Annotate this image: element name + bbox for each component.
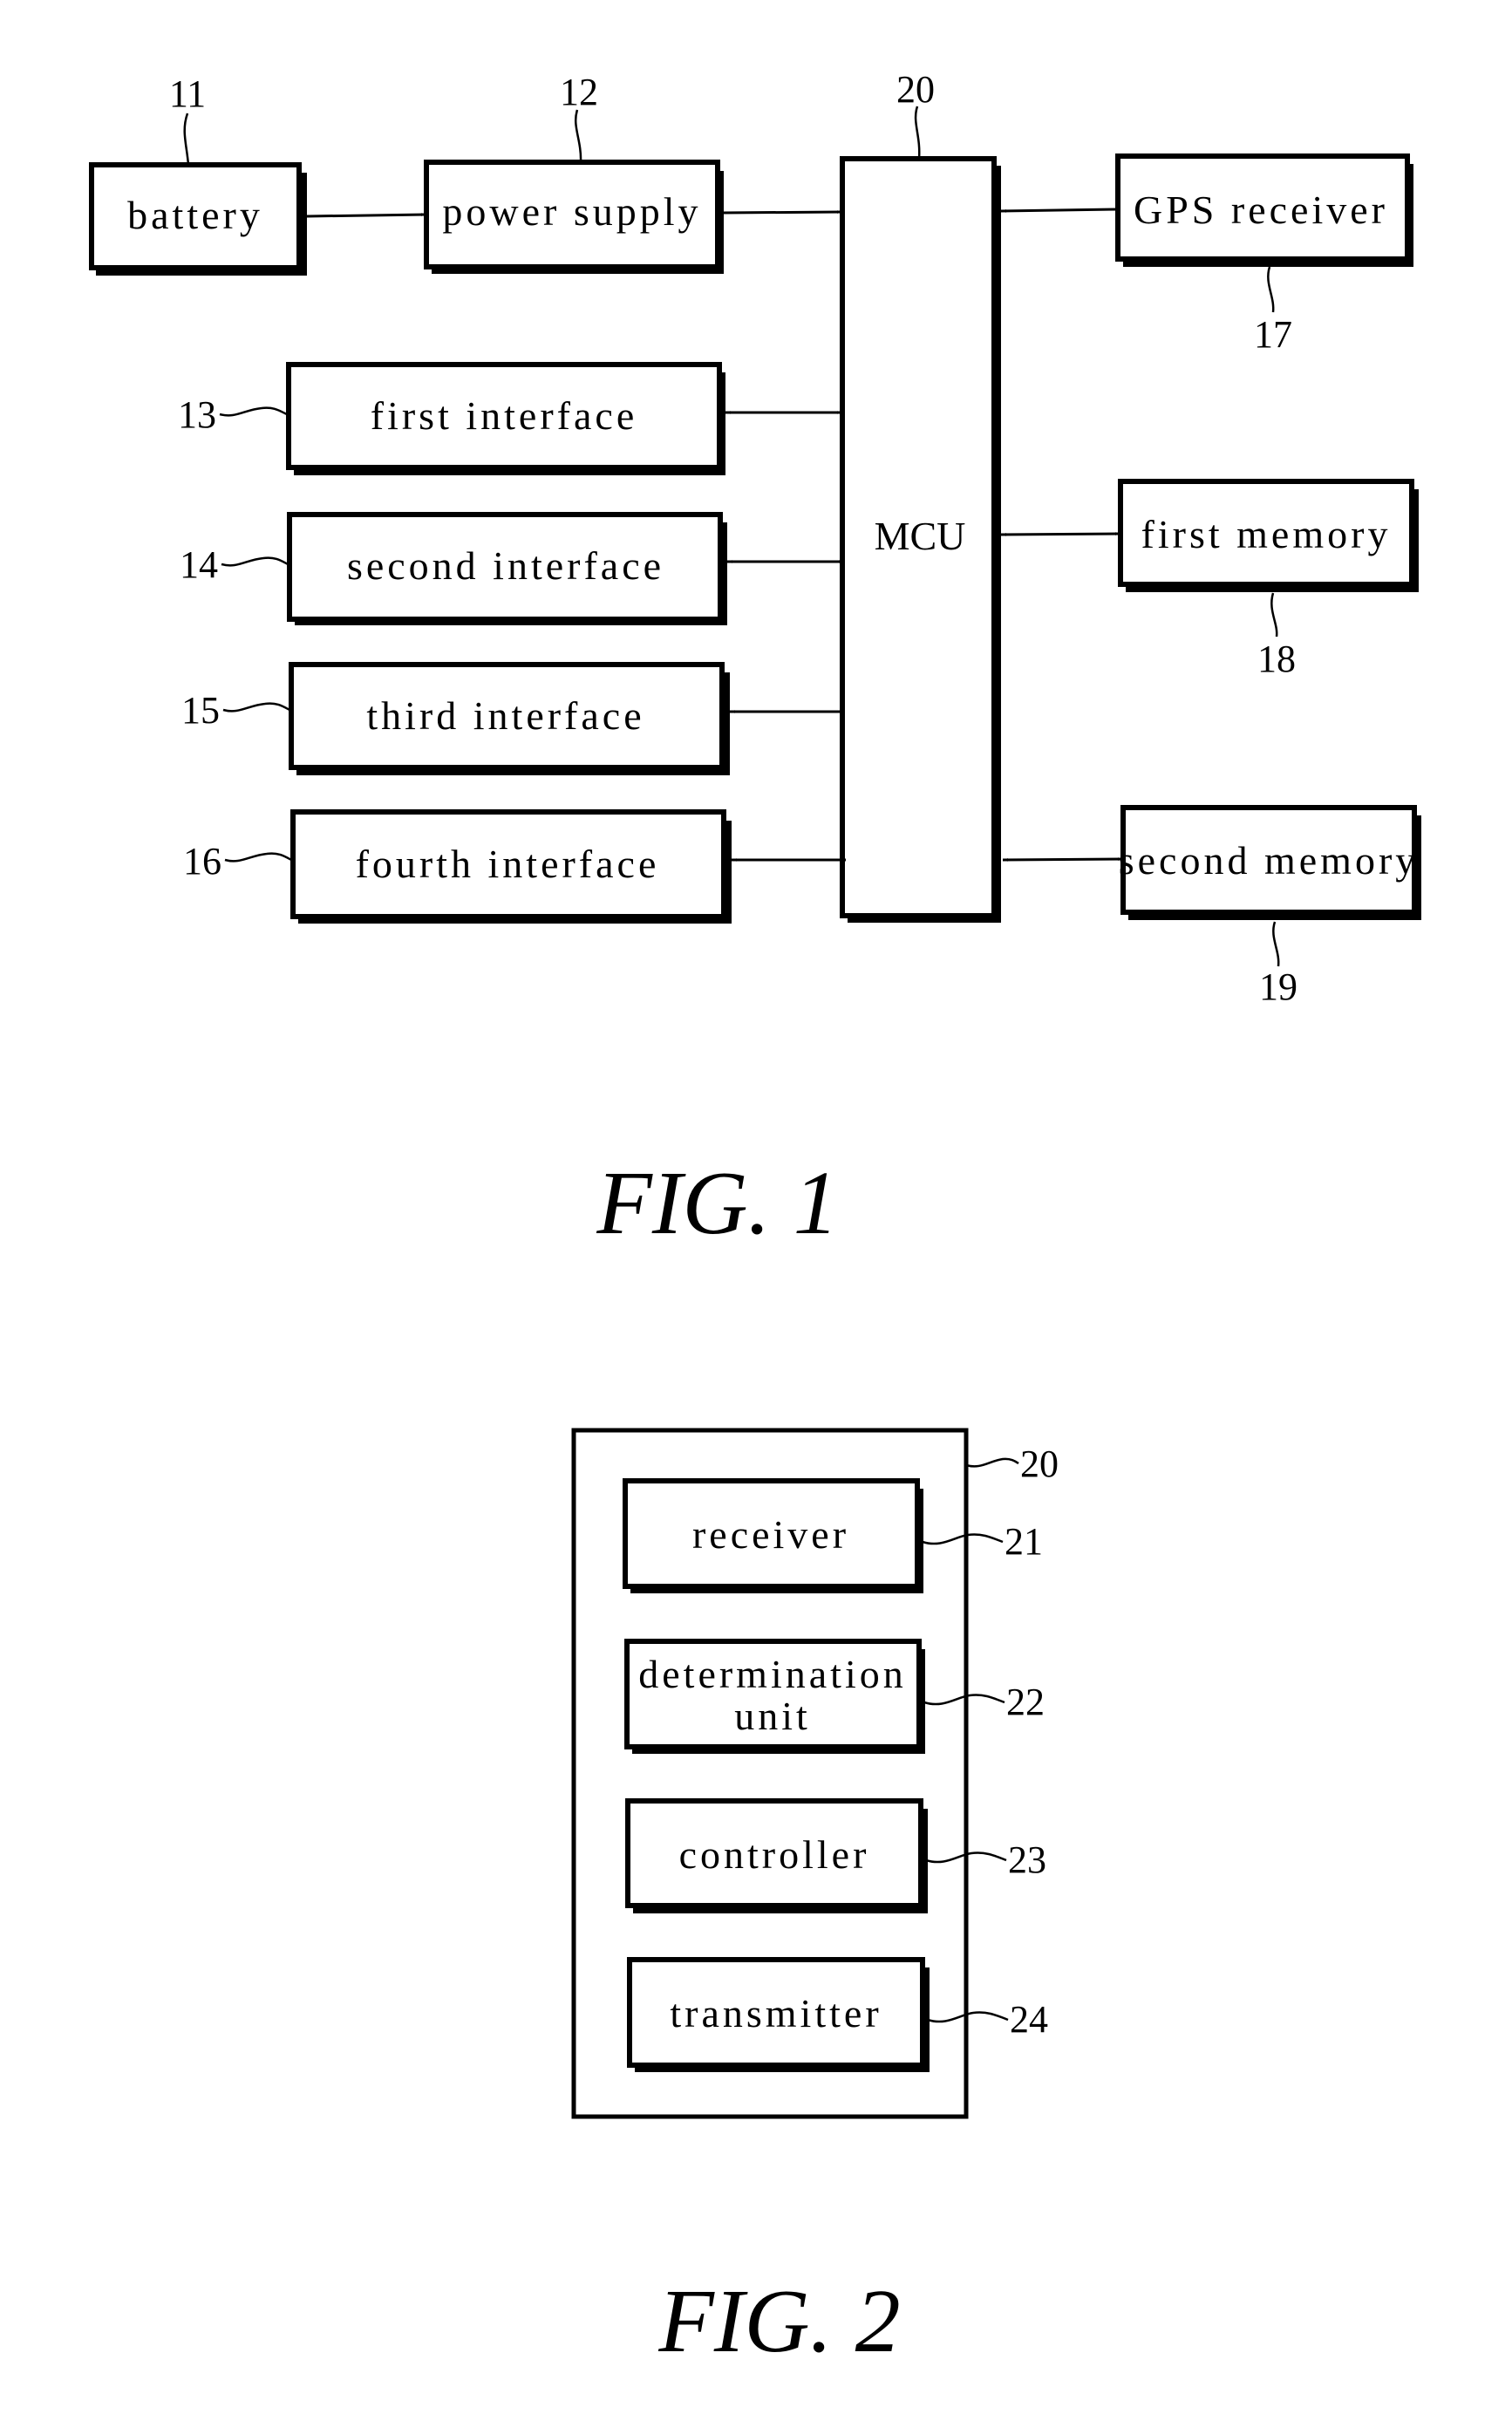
- first-interface-ref-number: 13: [178, 393, 216, 436]
- gps-receiver-ref-number: 17: [1254, 313, 1292, 356]
- first-memory-leader-line: [1270, 592, 1278, 638]
- receiver-label: receiver: [692, 1512, 849, 1557]
- controller-ref-number: 23: [1008, 1838, 1046, 1881]
- arrow-gps-receiver-to-mcu: [1000, 208, 1119, 213]
- receiver-ref-number: 21: [1005, 1520, 1043, 1563]
- mcu-leader-line: [914, 106, 921, 160]
- transmitter-ref-number: 24: [1010, 1998, 1048, 2041]
- second-interface-label: second interface: [347, 543, 664, 588]
- mcu-container-leader-line: [965, 1457, 1019, 1468]
- third-interface-leader-line: [222, 702, 292, 713]
- gps-receiver-block: GPS receiver: [1115, 153, 1413, 267]
- fourth-interface-label: fourth interface: [356, 842, 660, 886]
- transmitter-label: transmitter: [670, 1991, 882, 2036]
- third-interface-ref-number: 15: [181, 689, 220, 732]
- fourth-interface-leader-line: [224, 852, 294, 863]
- first-interface-label: first interface: [371, 393, 637, 438]
- determination-unit-block: determination unit: [624, 1639, 925, 1754]
- battery-label: battery: [127, 193, 263, 237]
- second-memory-leader-line: [1272, 921, 1280, 967]
- transmitter-block: transmitter: [627, 1957, 930, 2072]
- figure-2-caption: FIG. 2: [657, 2271, 900, 2371]
- determination-unit-label-line2: unit: [734, 1694, 811, 1738]
- battery-leader-line: [183, 113, 190, 166]
- arrow-mcu-second-memory: [1002, 857, 1124, 862]
- receiver-block: receiver: [623, 1478, 923, 1593]
- mcu-label: MCU: [875, 514, 966, 558]
- fourth-interface-ref-number: 16: [183, 840, 221, 883]
- receiver-leader-line: [922, 1533, 1004, 1545]
- fourth-interface-block: fourth interface: [290, 809, 732, 924]
- second-memory-block: second memory: [1119, 805, 1421, 920]
- battery-ref-number: 11: [169, 72, 206, 115]
- second-memory-label: second memory: [1119, 838, 1420, 883]
- power-supply-ref-number: 12: [560, 71, 598, 113]
- patent-drawing-sheet: battery 11 power supply 12 MCU 20 GPS re…: [89, 68, 1421, 2371]
- figure-1-caption: FIG. 1: [596, 1153, 838, 1253]
- mcu-block: MCU: [840, 156, 1001, 923]
- battery-block: battery: [89, 162, 307, 276]
- mcu-container-ref-number: 20: [1020, 1442, 1059, 1485]
- second-interface-leader-line: [221, 556, 290, 567]
- figure-2: 20 receiver 21 determination unit 22 con…: [571, 1428, 1059, 2371]
- first-memory-ref-number: 18: [1257, 638, 1296, 680]
- first-interface-leader-line: [219, 406, 289, 417]
- second-memory-ref-number: 19: [1259, 965, 1297, 1008]
- power-supply-block: power supply: [424, 160, 724, 274]
- determination-unit-label-line1: determination: [638, 1652, 906, 1696]
- arrow-battery-to-power-supply: [306, 213, 427, 218]
- first-memory-block: first memory: [1118, 479, 1419, 592]
- arrow-mcu-first-memory: [1000, 532, 1121, 536]
- power-supply-label: power supply: [442, 189, 701, 234]
- controller-block: controller: [625, 1798, 928, 1913]
- gps-receiver-leader-line: [1267, 266, 1275, 313]
- third-interface-block: third interface: [289, 662, 730, 775]
- mcu-ref-number: 20: [896, 68, 935, 111]
- controller-label: controller: [679, 1832, 870, 1877]
- arrow-power-supply-to-mcu: [723, 210, 843, 215]
- second-interface-block: second interface: [287, 512, 727, 625]
- figure-1: battery 11 power supply 12 MCU 20 GPS re…: [89, 68, 1421, 1253]
- gps-receiver-label: GPS receiver: [1134, 188, 1388, 232]
- power-supply-leader-line: [574, 109, 582, 163]
- third-interface-label: third interface: [366, 693, 644, 738]
- first-memory-label: first memory: [1141, 512, 1392, 556]
- first-interface-block: first interface: [286, 362, 725, 475]
- determination-unit-ref-number: 22: [1006, 1681, 1045, 1723]
- second-interface-ref-number: 14: [180, 543, 218, 586]
